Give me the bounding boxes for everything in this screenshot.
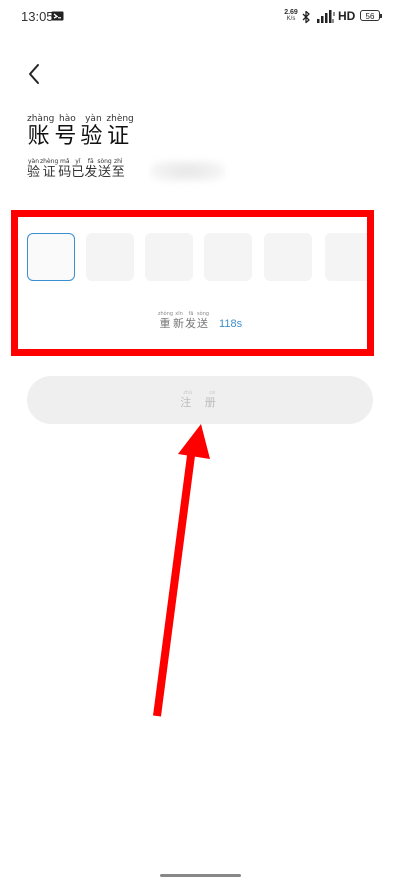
verification-screen: 13:05 2.69 K/s HD 56 账zhàng号hào验yàn证zhèn…	[0, 0, 400, 888]
highlight-annotation-box	[11, 210, 374, 356]
signal-icon	[317, 10, 335, 23]
title-char: 证zhèng	[106, 114, 134, 149]
code-digit-box[interactable]	[264, 233, 312, 281]
network-type: HD	[338, 9, 356, 23]
notification-icon	[51, 11, 64, 21]
title-char: 号hào	[54, 114, 81, 149]
page-subtitle: 验yàn证zhèng码mǎ已yǐ发fā送sòng至zhì	[27, 158, 125, 180]
resend-char: 送sòng	[197, 311, 210, 330]
page-title: 账zhàng号hào验yàn证zhèng	[27, 114, 134, 150]
register-button[interactable]: 注zhù 册cè	[27, 376, 373, 424]
code-digit-box[interactable]	[145, 233, 193, 281]
resend-char: 重zhòng	[157, 311, 174, 330]
code-digit-box[interactable]	[27, 233, 75, 281]
resend-code-link[interactable]: 重zhòng新xīn发fā送sòng	[157, 311, 210, 330]
resend-countdown: 118s	[219, 318, 243, 330]
masked-phone-number	[150, 160, 225, 182]
subtitle-char: 验yàn	[27, 158, 41, 180]
subtitle-char: 至zhì	[111, 158, 125, 180]
battery-icon: 56	[360, 10, 382, 21]
chevron-left-icon	[29, 64, 39, 84]
arrow-shaft	[153, 447, 196, 717]
subtitle-char: 已yǐ	[71, 158, 85, 180]
register-char: 注zhù	[180, 390, 196, 409]
subtitle-char: 码mǎ	[58, 158, 72, 180]
network-speed-value: 2.69	[284, 9, 298, 16]
network-speed-unit: K/s	[286, 16, 296, 22]
subtitle-char: 证zhèng	[40, 158, 59, 180]
home-indicator	[160, 874, 241, 877]
title-char: 验yàn	[80, 114, 107, 149]
resend-row: 重zhòng新xīn发fā送sòng 118s	[0, 311, 400, 331]
back-button[interactable]	[22, 60, 48, 88]
network-speed: 2.69 K/s	[282, 9, 300, 23]
code-digit-box[interactable]	[204, 233, 252, 281]
bluetooth-icon	[302, 10, 310, 24]
code-digit-box[interactable]	[86, 233, 134, 281]
subtitle-char: 发fā	[84, 158, 98, 180]
verification-code-input[interactable]	[27, 233, 372, 281]
subtitle-char: 送sòng	[97, 158, 112, 180]
title-char: 账zhàng	[27, 114, 55, 149]
status-bar: 13:05 2.69 K/s HD 56	[0, 0, 400, 34]
resend-char: 新xīn	[173, 311, 186, 330]
code-digit-box[interactable]	[325, 233, 372, 281]
resend-char: 发fā	[185, 311, 198, 330]
arrow-head	[178, 424, 210, 459]
status-time: 13:05	[21, 9, 54, 24]
register-char: 册cè	[204, 390, 220, 409]
